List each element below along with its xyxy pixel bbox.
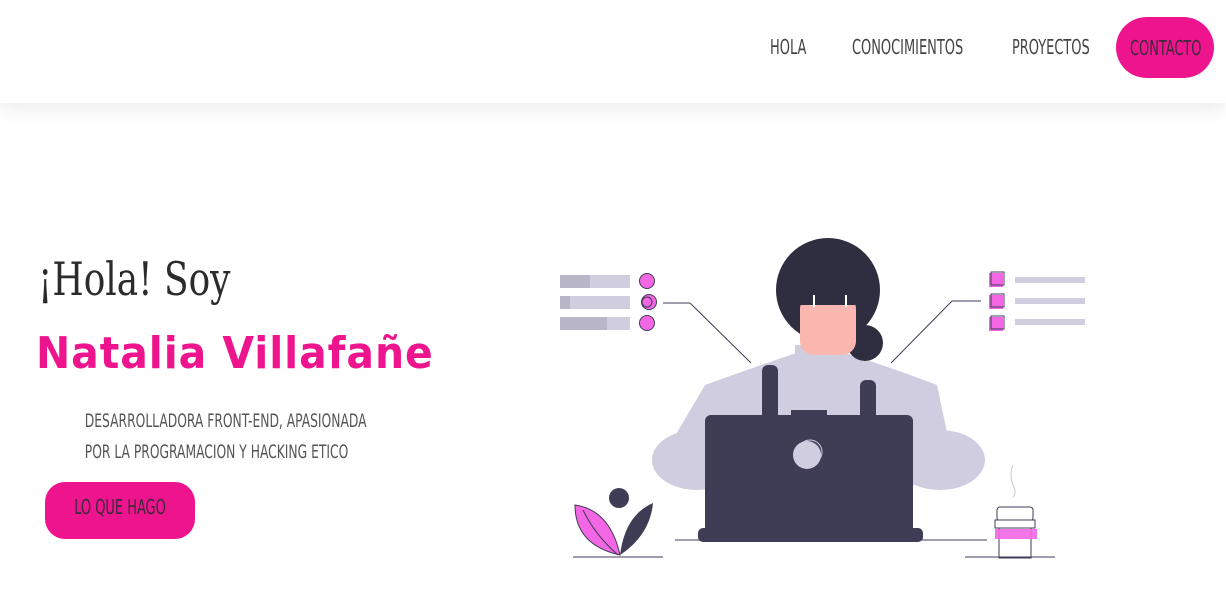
contact-button[interactable]: CONTACTO — [1116, 17, 1214, 78]
hero-description-line: POR LA PROGRAMACION Y HACKING ETICO — [84, 441, 349, 463]
hero-greeting: ¡Hola! Soy — [38, 252, 231, 306]
nav-link-proyectos[interactable]: PROYECTOS — [1012, 32, 1090, 62]
hero-description-line: DESARROLLADORA FRONT-END, APASIONADA — [84, 410, 367, 432]
contact-button-label: CONTACTO — [1130, 36, 1202, 60]
hero-description: DESARROLLADORA FRONT-END, APASIONADA POR… — [40, 406, 367, 468]
coffee-cup-icon — [965, 464, 1055, 559]
navbar: HOLA CONOCIMIENTOS PROYECTOS CONTACTO — [0, 0, 1226, 103]
plant-icon — [573, 488, 663, 558]
woman-with-laptop-illustration — [560, 238, 1085, 559]
what-i-do-button[interactable]: LO QUE HAGO — [45, 482, 195, 539]
left-checklist-icon — [560, 273, 657, 331]
right-checklist-icon — [989, 271, 1085, 331]
nav-link-hola[interactable]: HOLA — [770, 32, 806, 62]
what-i-do-button-label: LO QUE HAGO — [74, 495, 166, 519]
nav-link-conocimientos[interactable]: CONOCIMIENTOS — [852, 32, 963, 62]
hero-name: Natalia Villafañe — [36, 328, 434, 379]
